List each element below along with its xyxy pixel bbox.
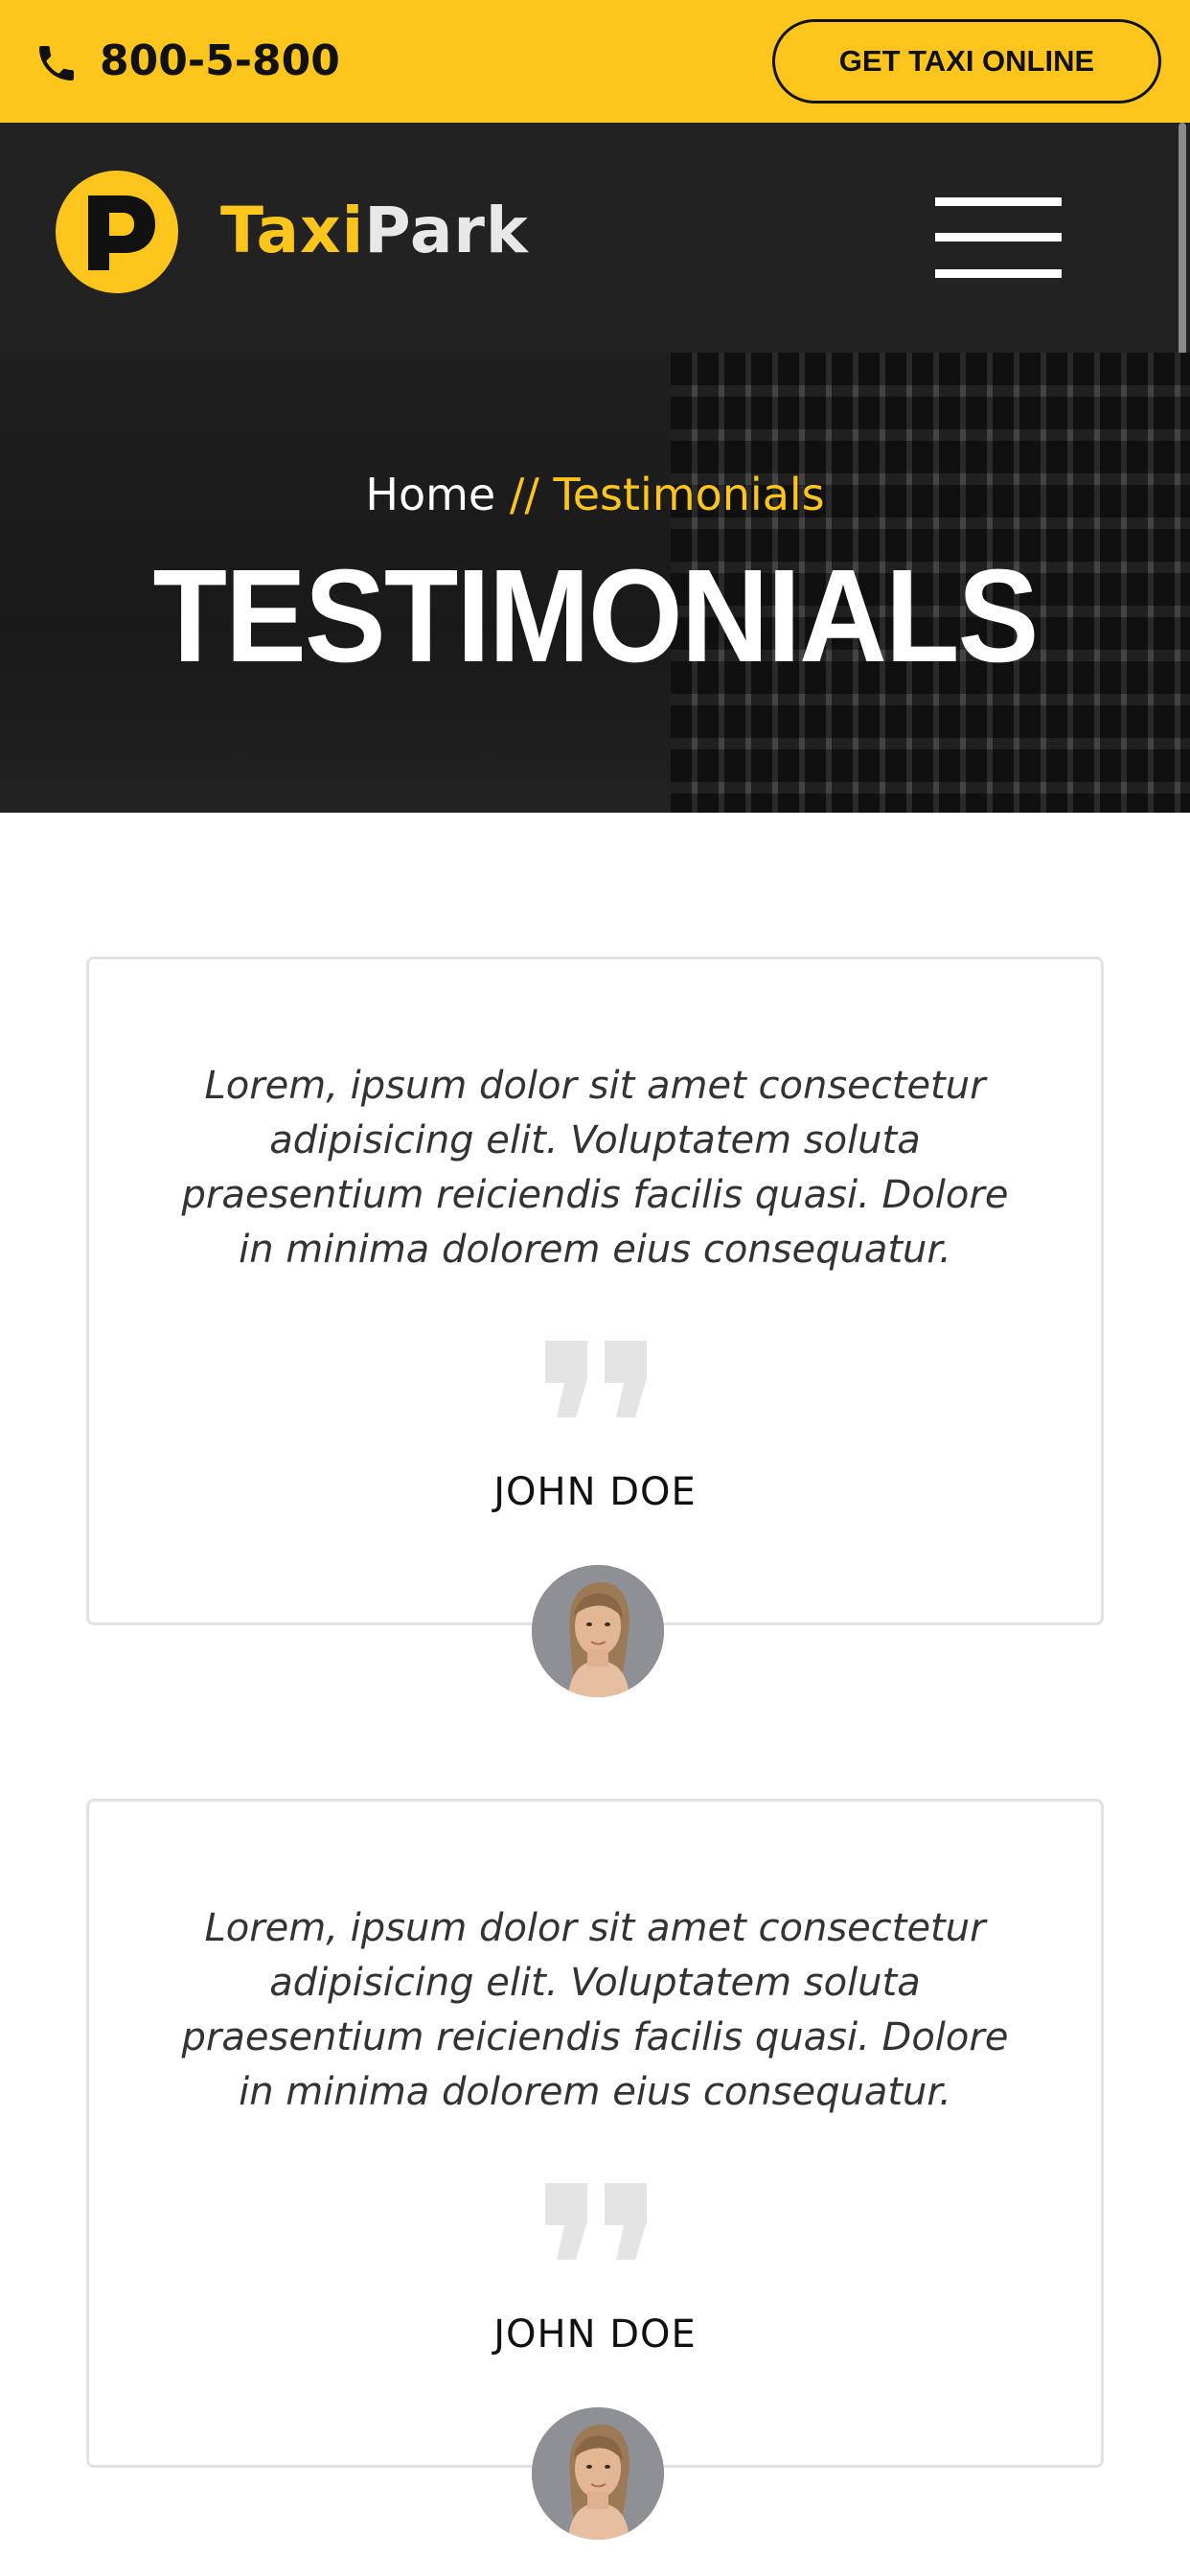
hamburger-menu-icon[interactable]	[935, 197, 1062, 278]
quote-icon	[545, 2183, 647, 2260]
page-title: TESTIMONIALS	[152, 542, 1039, 690]
testimonial-card: Lorem, ipsum dolor sit amet consectetur …	[86, 956, 1104, 1697]
testimonial-card: Lorem, ipsum dolor sit amet consectetur …	[86, 1799, 1104, 2540]
phone-number[interactable]: 800-5-800	[100, 33, 340, 90]
breadcrumb-current: Testimonials	[553, 469, 825, 520]
woman-portrait-image	[532, 2407, 664, 2540]
hero-banner: Home // Testimonials TESTIMONIALS	[0, 353, 1190, 813]
avatar	[532, 1565, 664, 1697]
breadcrumb-separator: //	[495, 469, 554, 520]
logo-icon[interactable]	[56, 171, 178, 293]
menu-line	[935, 233, 1062, 242]
breadcrumb: Home // Testimonials	[0, 466, 1190, 523]
get-taxi-online-button[interactable]: GET TAXI ONLINE	[772, 19, 1161, 104]
avatar	[532, 2407, 664, 2540]
logo-wordmark[interactable]: TaxiPark	[220, 188, 529, 274]
testimonial-text: Lorem, ipsum dolor sit amet consectetur …	[181, 1906, 1009, 2114]
testimonial-text: Lorem, ipsum dolor sit amet consectetur …	[181, 1064, 1009, 1272]
menu-line	[935, 269, 1062, 278]
menu-line	[935, 197, 1062, 206]
testimonial-author: JOHN DOE	[493, 2312, 697, 2357]
top-bar: 800-5-800 GET TAXI ONLINE	[0, 0, 1190, 123]
page: 800-5-800 GET TAXI ONLINE TaxiPark Home …	[0, 0, 1190, 2576]
woman-portrait-image	[532, 1565, 664, 1697]
phone-icon[interactable]	[33, 40, 80, 86]
logo-taxi-text: Taxi	[220, 194, 365, 267]
logo-park-text: Park	[364, 194, 529, 267]
quote-icon	[545, 1341, 647, 1417]
nav-bar: TaxiPark	[0, 123, 1190, 353]
breadcrumb-home-link[interactable]: Home	[365, 469, 495, 520]
logo-p-glyph	[88, 196, 155, 270]
testimonial-author: JOHN DOE	[493, 1470, 697, 1514]
